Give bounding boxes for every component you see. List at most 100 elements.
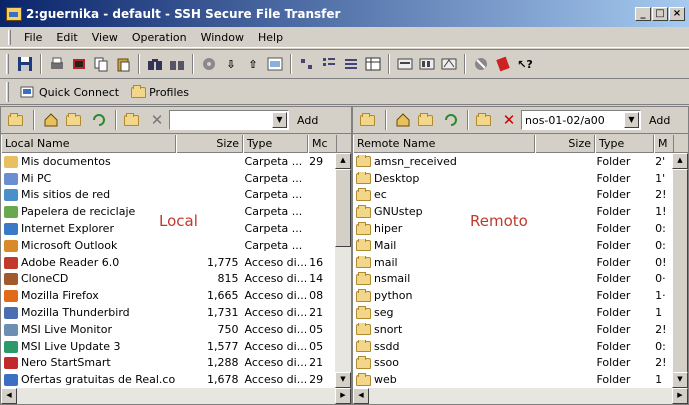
remote-col-name[interactable]: Remote Name — [353, 135, 535, 153]
remote-root-folder-icon[interactable] — [418, 111, 436, 129]
binary-mode-icon[interactable] — [418, 55, 436, 73]
remote-col-type[interactable]: Type — [595, 135, 654, 153]
table-row[interactable]: MSI Live Update 3 1,577 Acceso di... 05 — [1, 338, 335, 355]
table-row[interactable]: python Folder 1· — [353, 287, 672, 304]
scroll-down-icon[interactable]: ▼ — [672, 372, 688, 388]
local-vertical-scrollbar[interactable]: ▲ ▼ — [335, 153, 351, 388]
context-help-icon[interactable]: ↖? — [516, 55, 534, 73]
chevron-down-icon[interactable]: ▼ — [272, 112, 287, 128]
remote-home-icon[interactable] — [394, 111, 412, 129]
local-col-name[interactable]: Local Name — [1, 135, 176, 153]
remote-vertical-scrollbar[interactable]: ▲ ▼ — [672, 153, 688, 388]
table-row[interactable]: ec Folder 2! — [353, 187, 672, 204]
menu-window[interactable]: Window — [194, 31, 251, 44]
new-terminal-icon[interactable] — [70, 55, 88, 73]
scroll-down-icon[interactable]: ▼ — [335, 372, 351, 388]
table-row[interactable]: Mail Folder 0: — [353, 237, 672, 254]
find-next-icon[interactable] — [168, 55, 186, 73]
scroll-right-icon[interactable]: ▶ — [672, 388, 688, 404]
small-icons-icon[interactable] — [320, 55, 338, 73]
remote-up-folder-icon[interactable] — [360, 111, 378, 129]
print-icon[interactable] — [48, 55, 66, 73]
table-row[interactable]: web Folder 1 — [353, 371, 672, 388]
table-row[interactable]: Mozilla Thunderbird 1,731 Acceso di... 21 — [1, 304, 335, 321]
disconnect-icon[interactable] — [472, 55, 490, 73]
table-row[interactable]: mail Folder 0! — [353, 254, 672, 271]
menu-operation[interactable]: Operation — [125, 31, 194, 44]
remote-horizontal-scrollbar[interactable]: ◀ ▶ — [353, 388, 688, 404]
local-refresh-icon[interactable] — [90, 111, 108, 129]
chevron-down-icon[interactable]: ▼ — [624, 112, 639, 128]
remote-col-size[interactable]: Size — [535, 135, 595, 153]
table-row[interactable]: ssoo Folder 2! — [353, 355, 672, 372]
table-row[interactable]: Adobe Reader 6.0 1,775 Acceso di... 16 — [1, 254, 335, 271]
help-book-icon[interactable] — [494, 55, 512, 73]
local-home-icon[interactable] — [42, 111, 60, 129]
toolbar-grip[interactable] — [6, 82, 9, 102]
scroll-up-icon[interactable]: ▲ — [672, 153, 688, 169]
table-row[interactable]: Desktop Folder 1' — [353, 170, 672, 187]
local-col-modified[interactable]: Mc — [308, 135, 337, 153]
ascii-mode-icon[interactable] — [396, 55, 414, 73]
scroll-thumb[interactable] — [335, 169, 351, 247]
remote-add-button[interactable]: Add — [649, 114, 670, 127]
scroll-left-icon[interactable]: ◀ — [353, 388, 369, 404]
menu-view[interactable]: View — [85, 31, 125, 44]
menu-edit[interactable]: Edit — [49, 31, 84, 44]
remote-col-modified[interactable]: M — [654, 135, 674, 153]
local-col-type[interactable]: Type — [243, 135, 308, 153]
find-icon[interactable] — [146, 55, 164, 73]
scroll-right-icon[interactable]: ▶ — [335, 388, 351, 404]
view-toggle-icon[interactable] — [266, 55, 284, 73]
menu-grip[interactable] — [8, 29, 11, 45]
table-row[interactable]: Ofertas gratuitas de Real.com 1,678 Acceso… — [1, 371, 335, 388]
table-row[interactable]: Mis documentos Carpeta ... 29 — [1, 153, 335, 170]
remote-path-combo[interactable]: nos-01-02/a00 ▼ — [521, 110, 641, 130]
remote-refresh-icon[interactable] — [442, 111, 460, 129]
table-row[interactable]: ssdd Folder 0: — [353, 338, 672, 355]
scroll-left-icon[interactable]: ◀ — [1, 388, 17, 404]
remote-delete-icon[interactable]: ✕ — [500, 111, 518, 129]
remote-new-folder-icon[interactable] — [476, 111, 494, 129]
paste-icon[interactable] — [114, 55, 132, 73]
list-view-icon[interactable] — [342, 55, 360, 73]
menu-help[interactable]: Help — [251, 31, 290, 44]
download-arrow-icon[interactable]: ⇩ — [222, 55, 240, 73]
auto-mode-icon[interactable] — [440, 55, 458, 73]
close-button[interactable]: × — [669, 6, 685, 21]
table-row[interactable]: nsmail Folder 0· — [353, 271, 672, 288]
scroll-thumb[interactable] — [672, 169, 688, 374]
table-row[interactable]: Nero StartSmart 1,288 Acceso di... 21 — [1, 355, 335, 372]
table-row[interactable]: CloneCD 815 Acceso di... 14 — [1, 271, 335, 288]
quick-connect-button[interactable]: Quick Connect — [14, 86, 125, 99]
local-add-button[interactable]: Add — [297, 114, 318, 127]
local-path-combo[interactable]: ▼ — [169, 110, 289, 130]
local-horizontal-scrollbar[interactable]: ◀ ▶ — [1, 388, 351, 404]
profiles-button[interactable]: Profiles — [125, 84, 195, 99]
details-view-icon[interactable] — [364, 55, 382, 73]
table-row[interactable]: amsn_received Folder 2' — [353, 153, 672, 170]
table-row[interactable]: Microsoft Outlook Carpeta ... — [1, 237, 335, 254]
table-row[interactable]: Mi PC Carpeta ... — [1, 170, 335, 187]
local-delete-icon[interactable]: ✕ — [148, 111, 166, 129]
local-root-folder-icon[interactable] — [66, 111, 84, 129]
local-new-folder-icon[interactable] — [124, 111, 142, 129]
restore-button[interactable]: □ — [652, 6, 668, 21]
menu-file[interactable]: File — [17, 31, 49, 44]
save-icon[interactable] — [16, 55, 34, 73]
minimize-button[interactable]: _ — [635, 6, 651, 21]
table-row[interactable]: MSI Live Monitor 750 Acceso di... 05 — [1, 321, 335, 338]
toolbar-grip[interactable] — [6, 54, 9, 74]
table-row[interactable]: Mozilla Firefox 1,665 Acceso di... 08 — [1, 287, 335, 304]
table-row[interactable]: seg Folder 1 — [353, 304, 672, 321]
local-col-size[interactable]: Size — [176, 135, 243, 153]
table-row[interactable]: Mis sitios de red Carpeta ... — [1, 187, 335, 204]
local-up-folder-icon[interactable] — [8, 111, 26, 129]
scroll-up-icon[interactable]: ▲ — [335, 153, 351, 169]
settings-icon[interactable] — [200, 55, 218, 73]
table-row[interactable]: snort Folder 2! — [353, 321, 672, 338]
folder-icon — [356, 222, 371, 235]
large-icons-icon[interactable] — [298, 55, 316, 73]
upload-arrow-icon[interactable]: ⇧ — [244, 55, 262, 73]
copy-icon[interactable] — [92, 55, 110, 73]
